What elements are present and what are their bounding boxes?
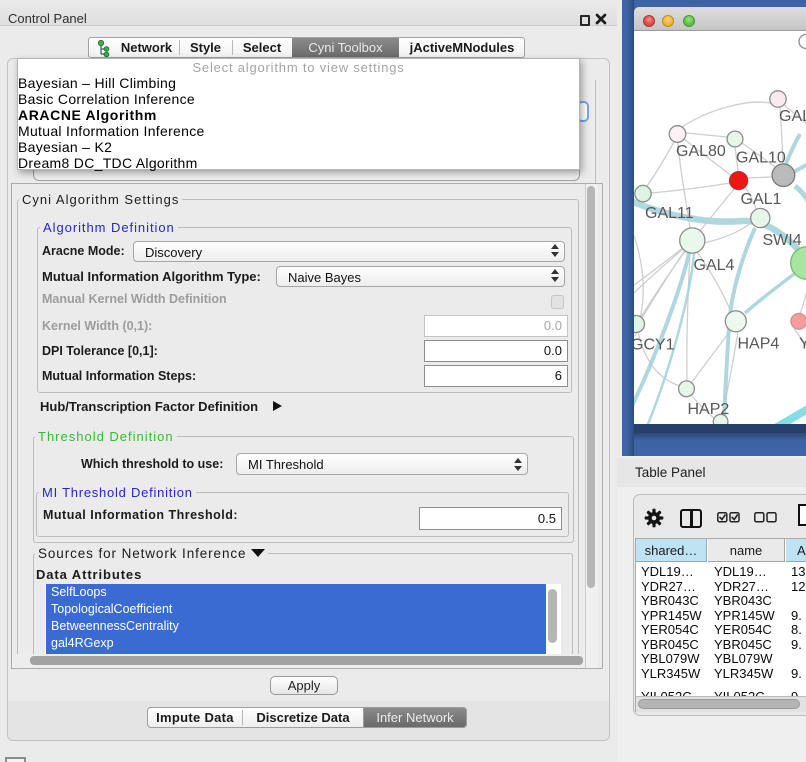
svg-text:GAL4: GAL4	[694, 257, 735, 274]
svg-text:GAL11: GAL11	[645, 205, 694, 222]
svg-text:HAP4: HAP4	[738, 336, 780, 353]
svg-text:GCY1: GCY1	[634, 337, 675, 354]
svg-text:GAL10: GAL10	[736, 150, 786, 167]
svg-text:GAL7: GAL7	[779, 108, 806, 125]
svg-text:Y: Y	[799, 336, 806, 353]
svg-text:GAL80: GAL80	[676, 143, 726, 160]
svg-text:SWI4: SWI4	[763, 232, 802, 249]
svg-text:GAL1: GAL1	[741, 191, 782, 208]
svg-text:HAP2: HAP2	[688, 401, 730, 418]
